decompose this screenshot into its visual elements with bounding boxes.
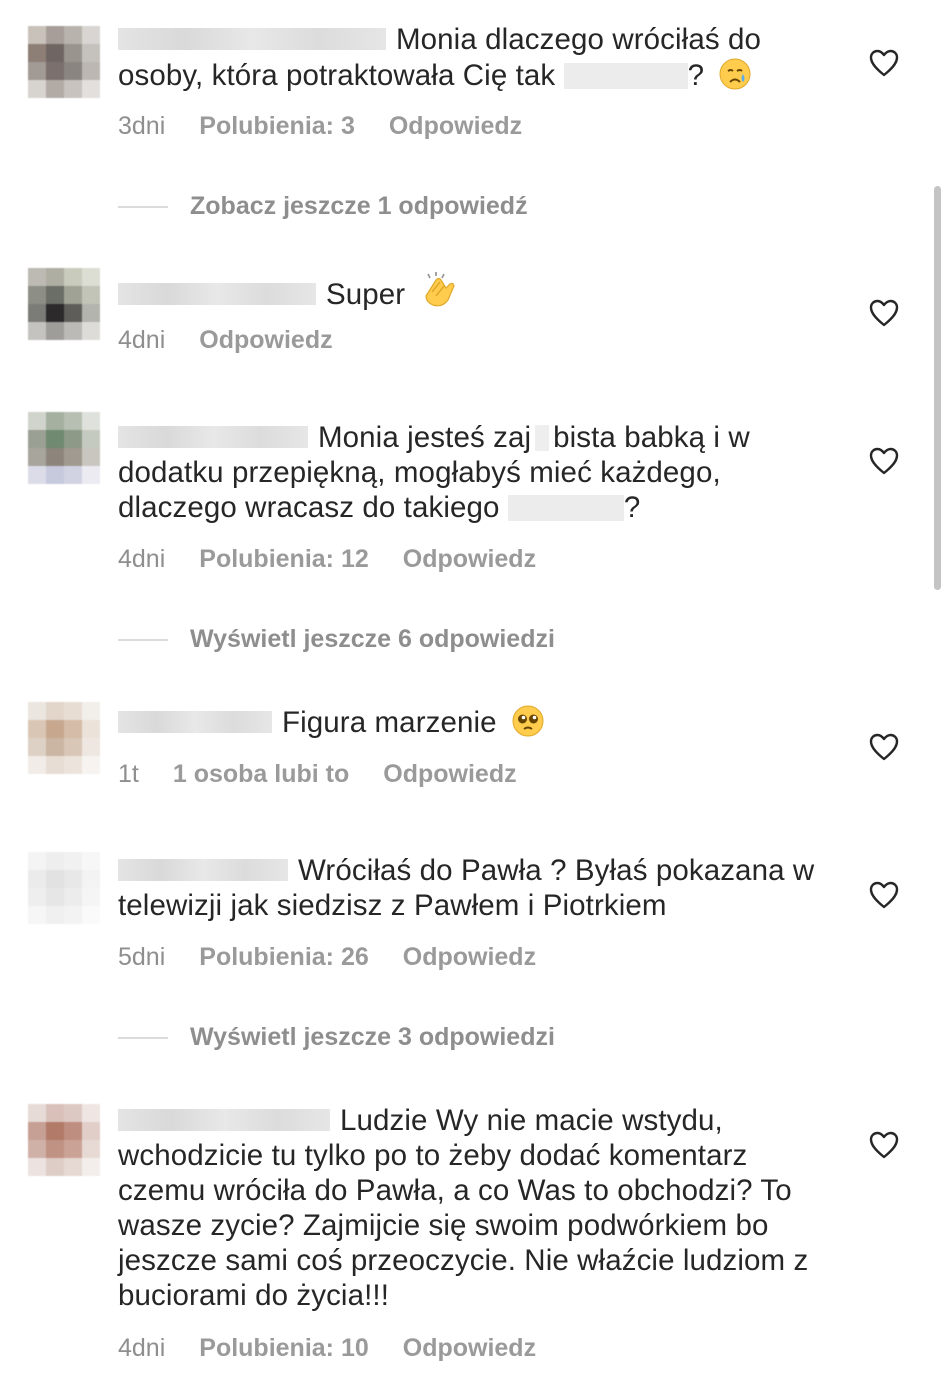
view-more-replies-label[interactable]: Zobacz jeszcze 1 odpowiedź	[190, 192, 528, 220]
reply-button[interactable]: Odpowiedz	[199, 326, 332, 355]
reply-button[interactable]: Odpowiedz	[383, 760, 516, 789]
comment-text: Super	[118, 270, 828, 312]
username-redacted[interactable]	[118, 1109, 330, 1131]
avatar[interactable]	[28, 852, 100, 924]
comment-meta: 4dni Odpowiedz	[118, 326, 367, 355]
heart-icon[interactable]	[868, 446, 900, 476]
comment-meta: 4dni Polubienia: 12 Odpowiedz	[118, 545, 570, 574]
avatar[interactable]	[28, 702, 100, 774]
comment-text-part: ?	[687, 59, 713, 92]
avatar[interactable]	[28, 1104, 100, 1176]
comment-meta: 1t 1 osoba lubi to Odpowiedz	[118, 760, 551, 789]
comment-time: 1t	[118, 760, 139, 788]
view-more-replies-label[interactable]: Wyświetl jeszcze 6 odpowiedzi	[190, 625, 555, 653]
heart-icon[interactable]	[868, 880, 900, 910]
comment-meta: 3dni Polubienia: 3 Odpowiedz	[118, 112, 556, 141]
clapping-hands-icon	[420, 270, 460, 310]
username-redacted[interactable]	[118, 426, 308, 448]
censored-word	[563, 63, 688, 89]
view-more-replies[interactable]: Wyświetl jeszcze 6 odpowiedzi	[118, 625, 555, 654]
divider-line	[118, 206, 168, 209]
reply-button[interactable]: Odpowiedz	[389, 112, 522, 141]
comment-text-part: Monia jesteś zaj	[318, 421, 532, 454]
heart-icon[interactable]	[868, 48, 900, 78]
avatar[interactable]	[28, 412, 100, 484]
comment-text: Wróciłaś do Pawła ? Byłaś pokazana w tel…	[118, 853, 828, 923]
username-redacted[interactable]	[118, 283, 316, 305]
comment-text-part: Figura marzenie	[282, 706, 497, 739]
likes-count[interactable]: Polubienia: 3	[199, 112, 355, 141]
scrollbar[interactable]	[934, 186, 941, 590]
avatar[interactable]	[28, 26, 100, 98]
view-more-replies[interactable]: Zobacz jeszcze 1 odpowiedź	[118, 192, 528, 221]
heart-icon[interactable]	[868, 1130, 900, 1160]
view-more-replies[interactable]: Wyświetl jeszcze 3 odpowiedzi	[118, 1023, 555, 1052]
likes-count[interactable]: 1 osoba lubi to	[173, 760, 349, 789]
divider-line	[118, 1037, 168, 1040]
username-redacted[interactable]	[118, 711, 272, 733]
reply-button[interactable]: Odpowiedz	[403, 545, 536, 574]
comment-text: Monia dlaczego wróciłaś do osoby, która …	[118, 22, 828, 93]
reply-button[interactable]: Odpowiedz	[403, 943, 536, 972]
likes-count[interactable]: Polubienia: 10	[199, 1334, 368, 1363]
comment-time: 4dni	[118, 545, 166, 573]
comment-time: 3dni	[118, 112, 166, 140]
reply-button[interactable]: Odpowiedz	[403, 1334, 536, 1363]
username-redacted[interactable]	[118, 859, 288, 881]
pleading-face-icon	[511, 704, 545, 738]
censored-letter	[535, 425, 550, 451]
likes-count[interactable]: Polubienia: 12	[199, 545, 368, 574]
view-more-replies-label[interactable]: Wyświetl jeszcze 3 odpowiedzi	[190, 1023, 555, 1051]
heart-icon[interactable]	[868, 298, 900, 328]
comment-time: 4dni	[118, 1334, 166, 1362]
comment-text-part: Super	[326, 278, 406, 311]
crying-face-icon	[718, 57, 752, 91]
comment-meta: 5dni Polubienia: 26 Odpowiedz	[118, 943, 570, 972]
comment-text: Monia jesteś zaj bista babką i w dodatku …	[118, 420, 828, 525]
avatar[interactable]	[28, 268, 100, 340]
comment-time: 4dni	[118, 326, 166, 354]
comment-time: 5dni	[118, 943, 166, 971]
comment-text-part: ?	[623, 491, 641, 524]
comment-text: Figura marzenie	[118, 704, 828, 740]
divider-line	[118, 639, 168, 642]
comment-meta: 4dni Polubienia: 10 Odpowiedz	[118, 1334, 570, 1363]
username-redacted[interactable]	[118, 28, 386, 50]
comment-text: Ludzie Wy nie macie wstydu, wchodzicie t…	[118, 1103, 828, 1313]
heart-icon[interactable]	[868, 732, 900, 762]
comment-text-part: Ludzie Wy nie macie wstydu, wchodzicie t…	[118, 1104, 809, 1312]
censored-word	[507, 495, 624, 521]
likes-count[interactable]: Polubienia: 26	[199, 943, 368, 972]
